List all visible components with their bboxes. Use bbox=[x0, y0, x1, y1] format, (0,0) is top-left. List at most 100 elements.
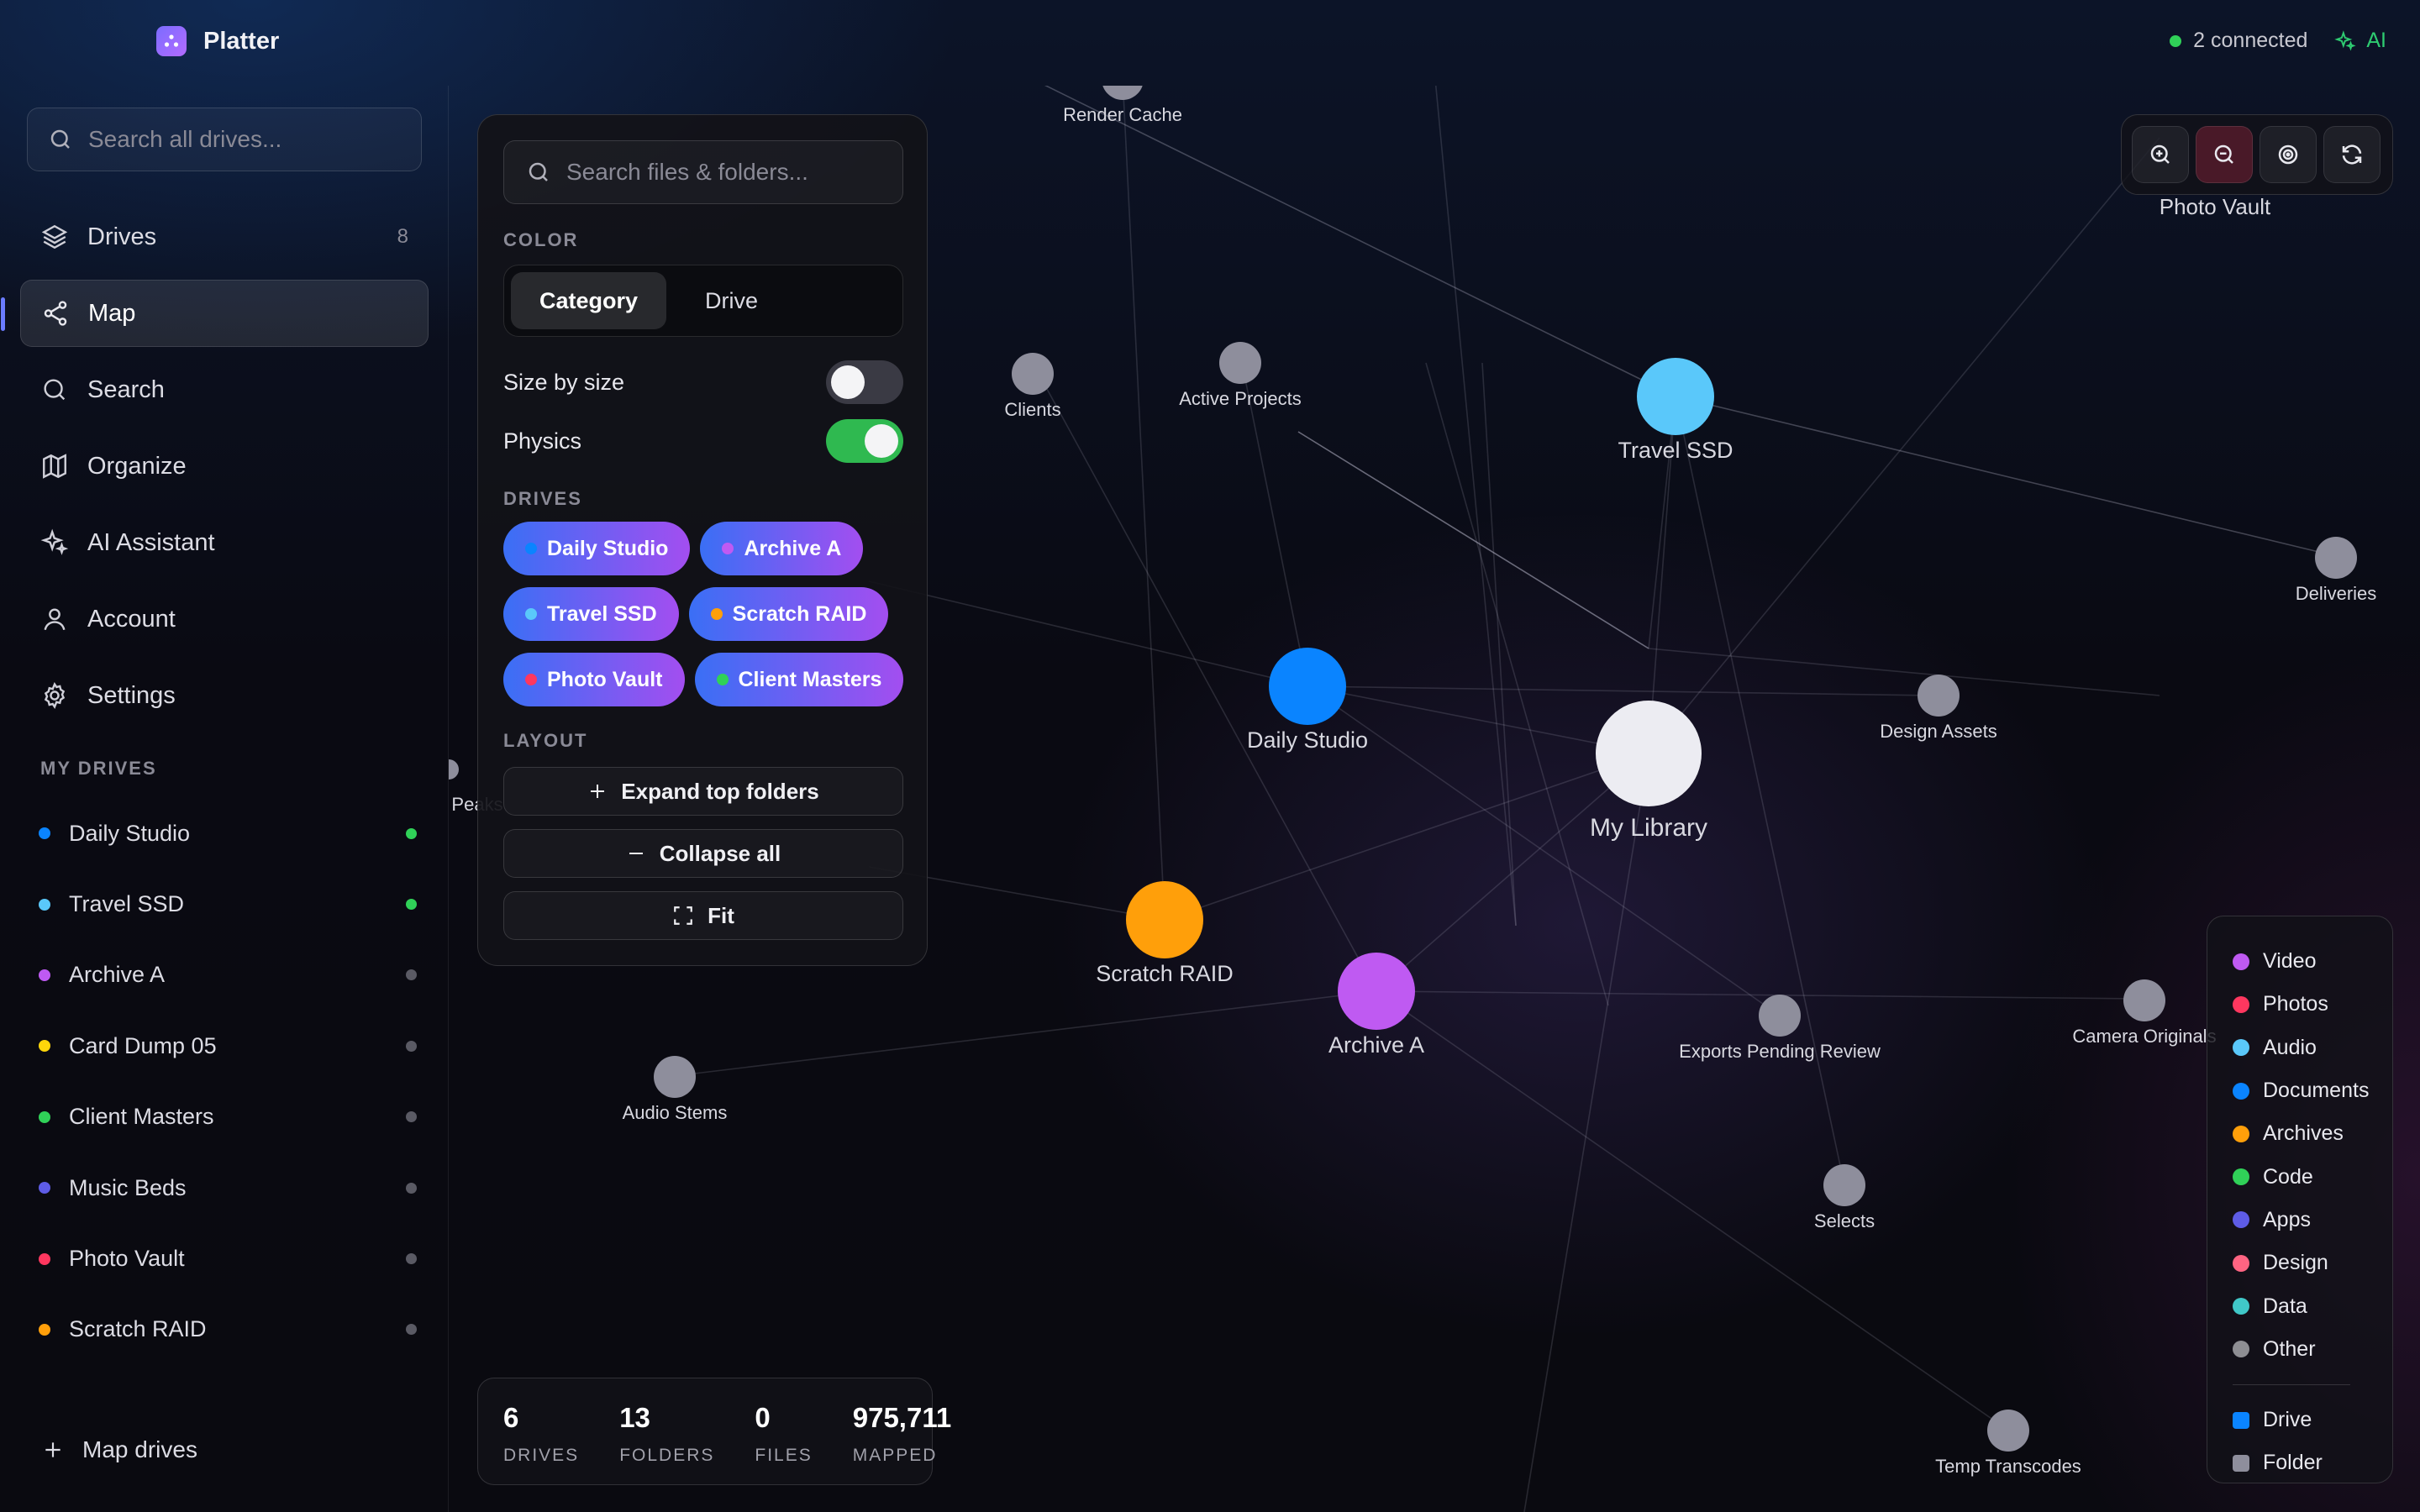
node-daily-studio bbox=[1269, 648, 1346, 725]
search-files-input[interactable] bbox=[566, 159, 886, 186]
nav-item-search[interactable]: Search bbox=[20, 356, 429, 423]
size-by-size-label: Size by size bbox=[503, 369, 625, 395]
chip-archive-a[interactable]: Archive A bbox=[700, 522, 864, 575]
edge bbox=[1044, 86, 1676, 397]
edge bbox=[1122, 86, 1165, 921]
color-option-drive[interactable]: Drive bbox=[676, 272, 786, 329]
my-drives-heading: MY DRIVES bbox=[40, 758, 157, 779]
nav-item-map[interactable]: Map bbox=[1, 280, 429, 347]
connected-dot-icon bbox=[2170, 34, 2182, 47]
legend-label: Documents bbox=[2263, 1079, 2370, 1103]
stat-value: 975,711 bbox=[852, 1402, 952, 1433]
node-peaks bbox=[449, 759, 459, 780]
drive-item-daily-studio[interactable]: Daily Studio bbox=[39, 798, 417, 869]
legend-swatch bbox=[2233, 1211, 2249, 1229]
offline-status-dot bbox=[406, 969, 417, 981]
physics-row: Physics bbox=[503, 419, 903, 463]
panel-search[interactable] bbox=[503, 140, 903, 204]
zoom-in-button[interactable] bbox=[2132, 126, 2189, 183]
node-scratch-raid bbox=[1126, 881, 1203, 958]
legend-swatch bbox=[2233, 1254, 2249, 1272]
stat-files: 0 FILES bbox=[755, 1402, 812, 1484]
chip-photo-vault[interactable]: Photo Vault bbox=[503, 653, 685, 706]
nav-item-settings[interactable]: Settings bbox=[20, 662, 429, 729]
node-label: Scratch RAID bbox=[1096, 961, 1234, 986]
plus-icon bbox=[45, 1442, 60, 1457]
legend-item: Other bbox=[2233, 1328, 2392, 1371]
legend-label: Data bbox=[2263, 1294, 2307, 1318]
physics-toggle[interactable] bbox=[826, 419, 903, 463]
chip-scratch-raid[interactable]: Scratch RAID bbox=[688, 587, 889, 641]
legend-label: Video bbox=[2263, 949, 2317, 974]
layers-icon bbox=[41, 224, 68, 249]
drive-color-dot bbox=[39, 1323, 50, 1336]
chip-dot bbox=[525, 674, 537, 685]
stat-label: MAPPED bbox=[852, 1446, 938, 1465]
sidebar-search[interactable] bbox=[27, 108, 422, 171]
refresh-button[interactable] bbox=[2323, 126, 2381, 183]
chip-client-masters[interactable]: Client Masters bbox=[694, 653, 904, 706]
stat-value: 13 bbox=[619, 1402, 650, 1433]
expand-top-folders-button[interactable]: Expand top folders bbox=[503, 767, 903, 816]
sidebar: Drives 8 Map Search Organize AI Assistan… bbox=[0, 86, 449, 1512]
map-drives-button[interactable]: Map drives bbox=[42, 1436, 197, 1463]
drive-name: Daily Studio bbox=[69, 820, 191, 846]
size-by-size-toggle[interactable] bbox=[826, 360, 903, 404]
drive-name: Archive A bbox=[69, 962, 166, 988]
search-icon bbox=[529, 162, 548, 181]
recenter-button[interactable] bbox=[2260, 126, 2317, 183]
user-icon bbox=[44, 608, 66, 631]
nav-label: Settings bbox=[87, 681, 176, 709]
legend-item: Documents bbox=[2233, 1069, 2392, 1112]
drives-heading: DRIVES bbox=[503, 488, 582, 509]
top-bar: Platter 2 connected AI bbox=[0, 0, 2420, 86]
node-label: Clients bbox=[1004, 399, 1060, 420]
collapse-all-button[interactable]: Collapse all bbox=[503, 829, 903, 878]
legend-label: Design bbox=[2263, 1251, 2328, 1275]
legend-swatch bbox=[2233, 953, 2249, 970]
drive-item-client-masters[interactable]: Client Masters bbox=[39, 1082, 417, 1152]
chip-label: Archive A bbox=[744, 536, 842, 560]
drive-item-scratch-raid[interactable]: Scratch RAID bbox=[39, 1294, 417, 1365]
connection-status[interactable]: 2 connected bbox=[2170, 29, 2307, 53]
expand-label: Expand top folders bbox=[621, 778, 819, 804]
nav-item-ai-assistant[interactable]: AI Assistant bbox=[20, 509, 429, 576]
chip-dot bbox=[710, 608, 723, 620]
edge bbox=[1648, 648, 2160, 696]
ai-button[interactable]: AI bbox=[2334, 29, 2386, 53]
nav-item-organize[interactable]: Organize bbox=[20, 433, 429, 500]
chip-travel-ssd[interactable]: Travel SSD bbox=[503, 587, 679, 641]
legend-label: Audio bbox=[2263, 1035, 2317, 1059]
legend-swatch bbox=[2233, 1168, 2249, 1186]
drive-item-photo-vault[interactable]: Photo Vault bbox=[39, 1223, 417, 1294]
online-status-dot bbox=[406, 899, 417, 911]
legend-swatch bbox=[2233, 1298, 2249, 1315]
legend-swatch bbox=[2233, 1341, 2249, 1358]
drive-item-card-dump-05[interactable]: Card Dump 05 bbox=[39, 1011, 417, 1081]
offline-status-dot bbox=[406, 1111, 417, 1123]
edge bbox=[1523, 753, 1649, 1512]
node-label: Exports Pending Review bbox=[1679, 1041, 1881, 1062]
node-label: Temp Transcodes bbox=[1935, 1456, 2081, 1477]
zoom-out-button[interactable] bbox=[2196, 126, 2253, 183]
category-legend: Video Photos Audio Documents Archives Co… bbox=[2207, 916, 2393, 1483]
node-clients bbox=[1012, 353, 1054, 395]
drive-item-music-beds[interactable]: Music Beds bbox=[39, 1152, 417, 1223]
legend-swatch bbox=[2233, 1082, 2249, 1100]
drive-item-archive-a[interactable]: Archive A bbox=[39, 940, 417, 1011]
chip-label: Client Masters bbox=[738, 667, 882, 691]
search-drives-input[interactable] bbox=[88, 126, 408, 153]
color-option-category[interactable]: Category bbox=[511, 272, 667, 329]
edge bbox=[1675, 396, 2337, 557]
nav-item-account[interactable]: Account bbox=[20, 585, 429, 653]
fit-button[interactable]: Fit bbox=[503, 891, 903, 940]
chip-label: Photo Vault bbox=[547, 667, 663, 691]
nav-item-drives[interactable]: Drives 8 bbox=[20, 203, 429, 270]
drive-item-travel-ssd[interactable]: Travel SSD bbox=[39, 869, 417, 939]
brand[interactable]: Platter bbox=[156, 26, 279, 56]
color-mode-toggle: Category Drive bbox=[503, 265, 903, 337]
edge bbox=[1425, 362, 1609, 1006]
legend-item: Drive bbox=[2233, 1399, 2392, 1441]
stat-mapped: 975,711 MAPPED bbox=[853, 1402, 951, 1484]
chip-daily-studio[interactable]: Daily Studio bbox=[503, 522, 691, 575]
